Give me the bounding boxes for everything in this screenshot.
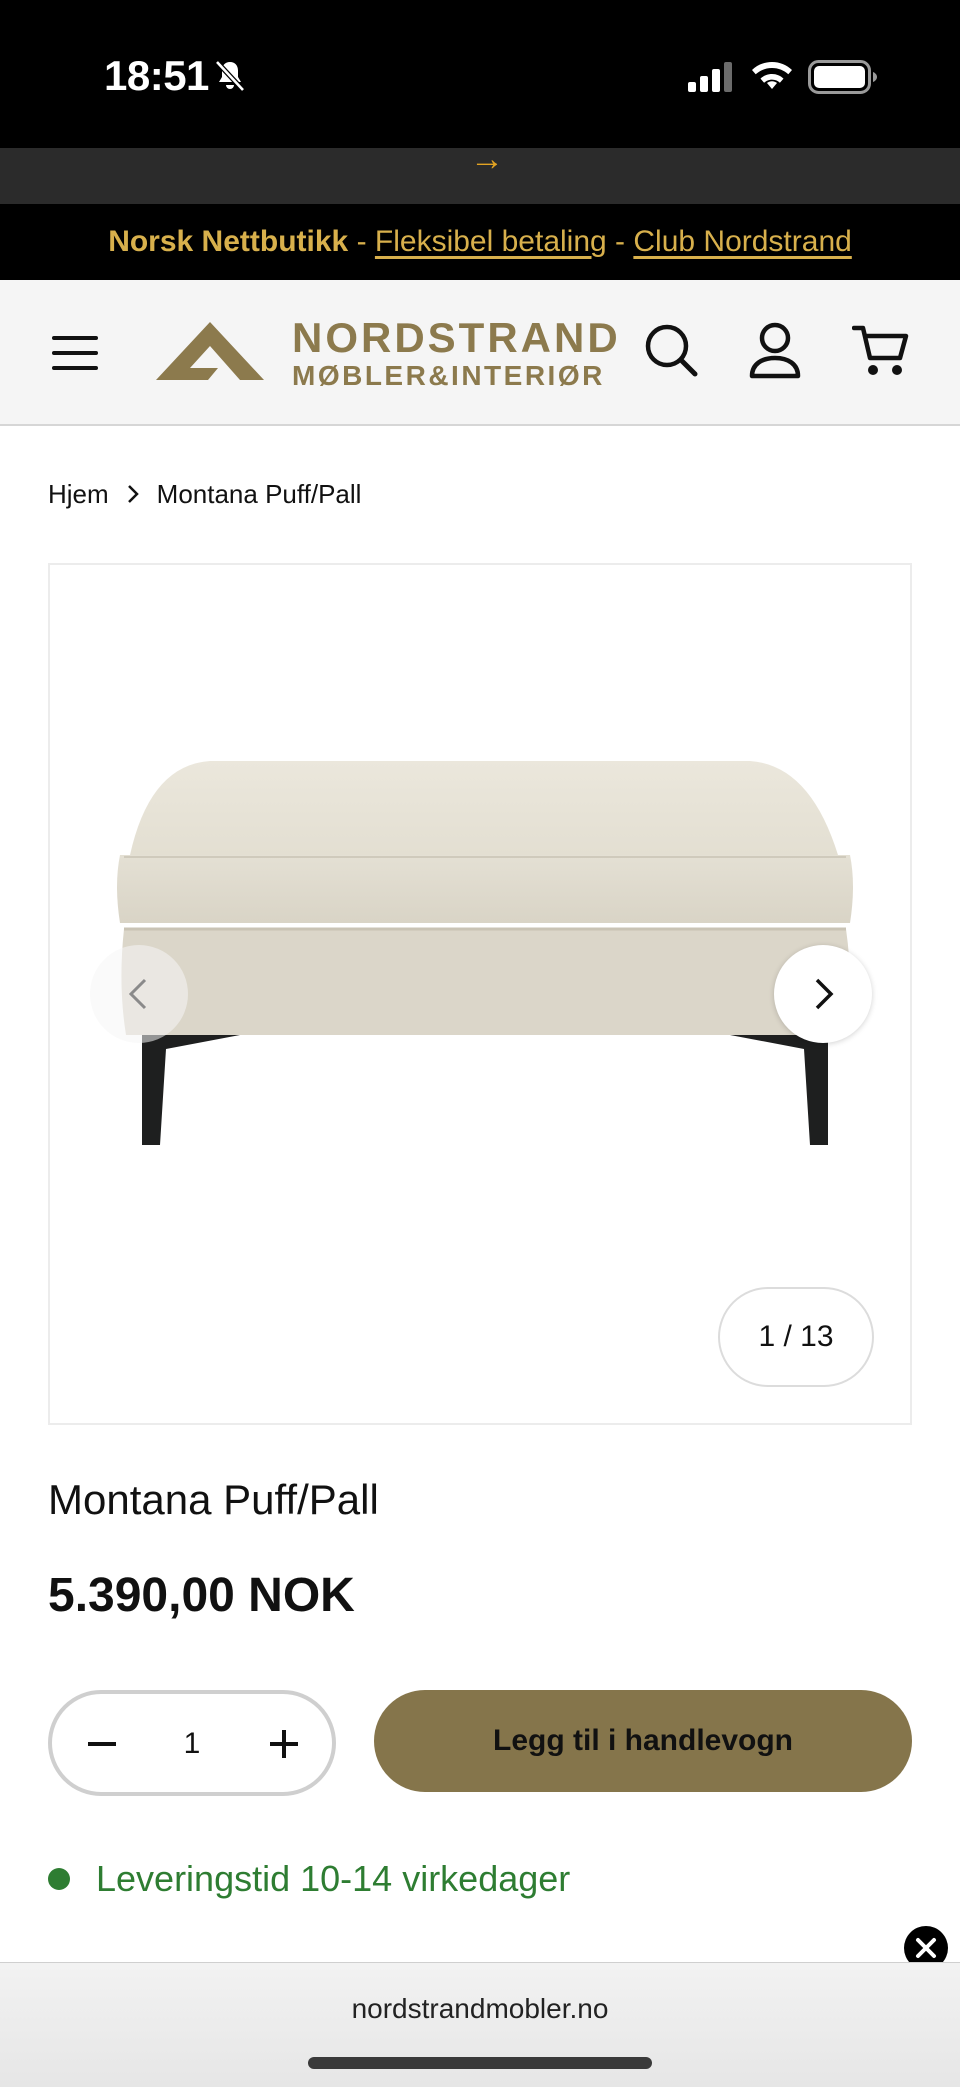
product-image[interactable]: [90, 745, 880, 1205]
logo-line-2: MØBLER&INTERIØR: [292, 360, 605, 391]
breadcrumb: Hjem Montana Puff/Pall: [48, 476, 361, 512]
search-icon: [645, 324, 698, 377]
usp-bar: Norsk Nettbutikk - Fleksibel betaling - …: [0, 204, 960, 280]
plus-icon: [270, 1730, 298, 1758]
gallery-counter: 1 / 13: [718, 1287, 874, 1387]
status-time: 18:51: [104, 52, 209, 99]
menu-icon: [52, 336, 98, 370]
quantity-decrease-button[interactable]: [74, 1716, 130, 1772]
close-icon: [916, 1938, 936, 1958]
promo-strip[interactable]: →: [0, 148, 960, 204]
promo-arrow-icon: →: [470, 148, 504, 178]
site-header: NORDSTRAND MØBLER&INTERIØR: [0, 280, 960, 426]
search-button[interactable]: [642, 318, 700, 382]
menu-button[interactable]: [48, 328, 104, 378]
chevron-left-icon: [128, 978, 147, 1010]
usp-separator: -: [348, 225, 375, 258]
logo-mark-icon: [156, 322, 264, 380]
chevron-right-icon: [127, 485, 139, 503]
site-logo[interactable]: NORDSTRAND MØBLER&INTERIØR: [156, 316, 620, 396]
status-bar: 18:51: [0, 0, 960, 148]
account-icon: [749, 322, 801, 379]
usp-separator: -: [606, 225, 634, 258]
usp-store-label: Norsk Nettbutikk: [108, 225, 349, 258]
in-stock-dot-icon: [48, 1868, 70, 1890]
delivery-text: Leveringstid 10-14 virkedager: [96, 1858, 571, 1899]
home-indicator[interactable]: [308, 2057, 652, 2069]
battery-icon: [808, 60, 877, 94]
add-to-cart-button[interactable]: Legg til i handlevogn: [374, 1690, 912, 1792]
product-title: Montana Puff/Pall: [48, 1476, 379, 1523]
quantity-input[interactable]: 1: [144, 1716, 240, 1772]
quantity-increase-button[interactable]: [256, 1716, 312, 1772]
breadcrumb-home-link[interactable]: Hjem: [48, 479, 109, 510]
browser-url[interactable]: nordstrandmobler.no: [0, 1993, 960, 2025]
flexible-payment-link[interactable]: Fleksibel betaling: [375, 225, 607, 258]
logo-wordmark: NORDSTRAND MØBLER&INTERIØR: [292, 316, 621, 392]
browser-address-bar: nordstrandmobler.no: [0, 1962, 960, 2087]
bell-muted-icon: [215, 60, 245, 92]
logo-line-1: NORDSTRAND: [292, 314, 621, 361]
delivery-info: Leveringstid 10-14 virkedager: [48, 1858, 570, 1900]
account-button[interactable]: [746, 318, 804, 382]
chevron-right-icon: [815, 978, 834, 1010]
product-price: 5.390,00 NOK: [48, 1569, 355, 1622]
wifi-icon: [752, 62, 792, 89]
gallery-prev-button[interactable]: [90, 945, 188, 1043]
product-gallery: 1 / 13: [48, 563, 912, 1425]
cart-icon: [851, 325, 909, 375]
breadcrumb-current: Montana Puff/Pall: [156, 478, 362, 509]
cellular-signal-icon: [688, 62, 732, 92]
cart-button[interactable]: [851, 320, 910, 382]
gallery-next-button[interactable]: [774, 945, 872, 1043]
club-nordstrand-link[interactable]: Club Nordstrand: [633, 225, 851, 258]
minus-icon: [88, 1742, 116, 1746]
quantity-stepper: 1: [48, 1690, 336, 1796]
